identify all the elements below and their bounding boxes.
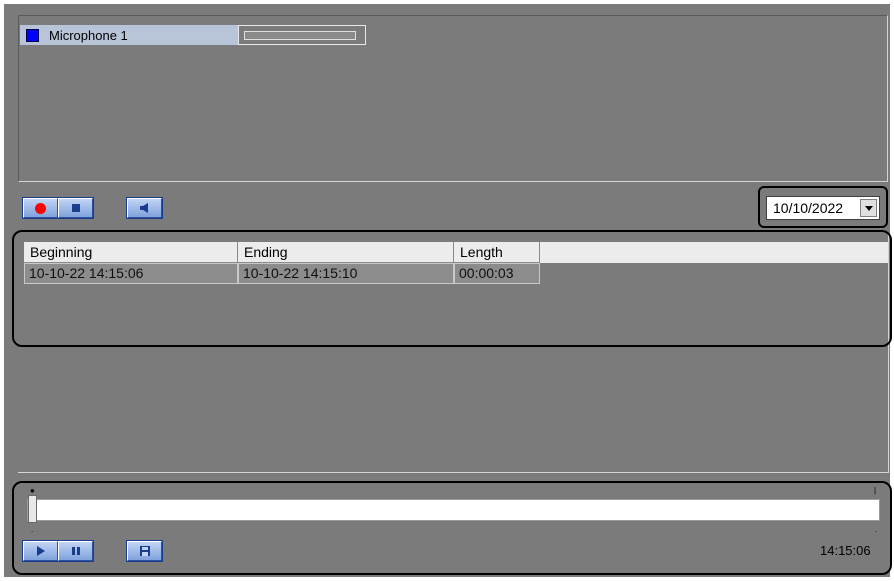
current-time: 14:15:06 (820, 543, 871, 558)
speaker-controls (126, 197, 163, 219)
stop-icon (71, 204, 80, 212)
play-button[interactable] (23, 541, 58, 561)
playback-controls (22, 540, 94, 562)
save-icon (139, 546, 150, 556)
pause-button[interactable] (58, 541, 93, 561)
record-controls (22, 197, 94, 219)
timeline-start-tick: . (31, 525, 34, 534)
microphone-level-cell (238, 25, 366, 45)
microphone-status-icon (26, 28, 39, 42)
microphone-level-meter (244, 30, 356, 40)
save-controls (126, 540, 163, 562)
playback-timeline[interactable] (27, 499, 880, 521)
chevron-down-icon (864, 205, 873, 211)
pause-icon (71, 547, 80, 555)
timeline-start-marker: ● (30, 486, 35, 495)
microphone-row[interactable]: Microphone 1 (20, 25, 366, 45)
record-button[interactable] (23, 198, 58, 218)
recordings-highlight (12, 230, 892, 347)
play-icon (36, 546, 45, 556)
speaker-icon (139, 203, 148, 213)
timeline-slider-handle[interactable] (28, 495, 37, 523)
speaker-button[interactable] (127, 198, 162, 218)
save-button[interactable] (127, 541, 162, 561)
timeline-end-marker: | (874, 486, 877, 495)
stop-button[interactable] (58, 198, 93, 218)
date-dropdown-button[interactable] (860, 199, 877, 217)
record-icon (35, 202, 46, 214)
date-picker[interactable]: 10/10/2022 (766, 196, 880, 220)
timeline-end-tick: . (875, 525, 878, 534)
microphone-name: Microphone 1 (49, 27, 128, 43)
microphone-name-cell[interactable]: Microphone 1 (20, 25, 238, 45)
date-value: 10/10/2022 (773, 200, 844, 216)
